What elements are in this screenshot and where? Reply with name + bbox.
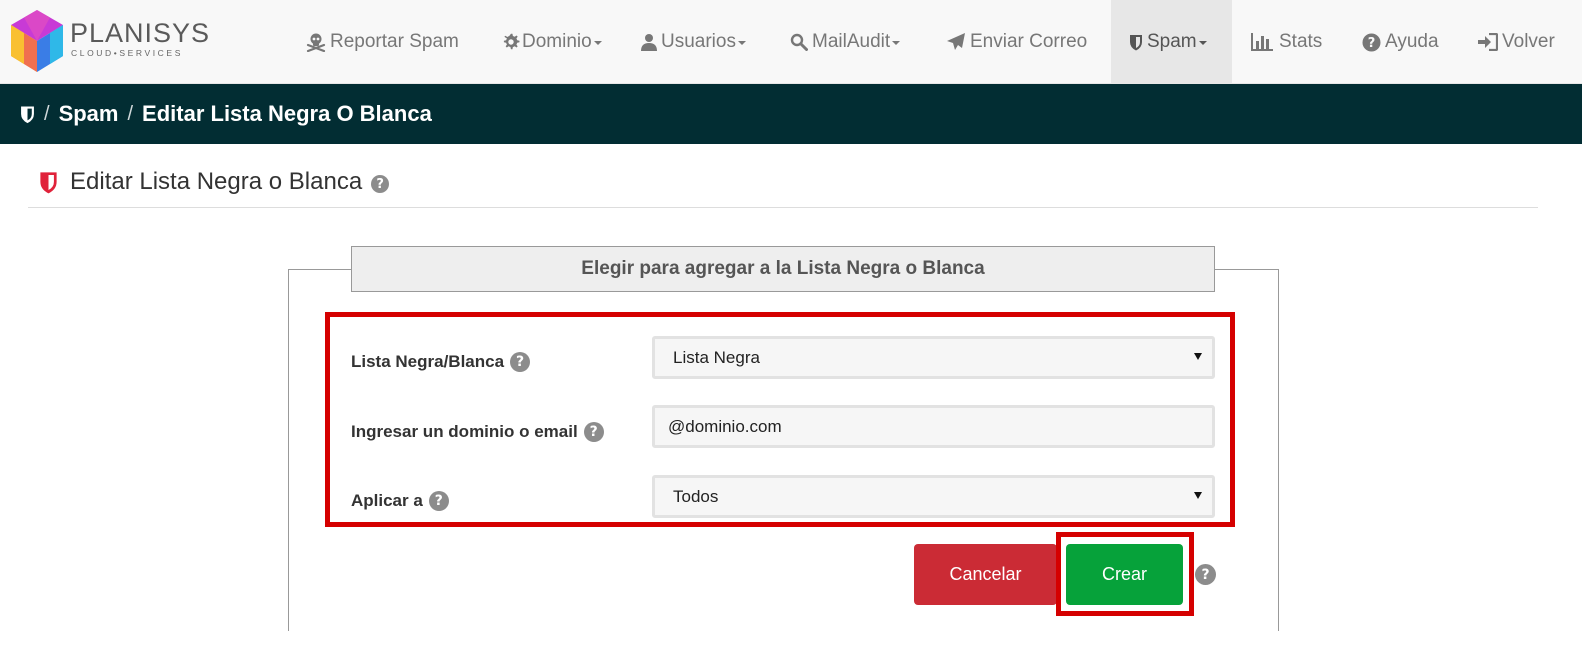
caret-down-icon xyxy=(737,41,746,45)
breadcrumb: / Spam / Editar Lista Negra O Blanca xyxy=(0,84,1582,144)
form-legend: Elegir para agregar a la Lista Negra o B… xyxy=(351,246,1215,292)
caret-down-icon xyxy=(892,41,901,45)
brand-name: PLANISYS xyxy=(70,18,211,48)
nav-stats[interactable]: Stats xyxy=(1251,0,1322,84)
divider xyxy=(28,207,1538,208)
top-navbar: PLANISYS CLOUD•SERVICES Reportar Spam Do… xyxy=(0,0,1582,84)
skull-crossbones-icon xyxy=(306,32,326,52)
breadcrumb-separator: / xyxy=(127,102,134,125)
field-label: Ingresar un dominio o email xyxy=(351,422,578,441)
nav-label: Ayuda xyxy=(1385,31,1439,52)
nav-label: Spam xyxy=(1147,31,1197,52)
dropdown-arrow-icon xyxy=(1194,492,1202,499)
svg-text:?: ? xyxy=(1368,36,1376,51)
cube-logo-icon xyxy=(11,10,63,72)
nav-label: Stats xyxy=(1279,31,1323,52)
nav-dominio[interactable]: Dominio xyxy=(502,0,602,84)
nav-ayuda[interactable]: ? Ayuda xyxy=(1362,0,1439,84)
label-dominio-email: Ingresar un dominio o email ? xyxy=(351,422,604,442)
shield-icon[interactable] xyxy=(20,105,35,124)
label-aplicar-a: Aplicar a ? xyxy=(351,491,449,511)
nav-label: Dominio xyxy=(522,31,592,52)
caret-down-icon xyxy=(593,41,602,45)
nav-volver[interactable]: Volver xyxy=(1478,0,1555,84)
select-value: Todos xyxy=(673,486,719,506)
label-lista-negra-blanca: Lista Negra/Blanca ? xyxy=(351,352,531,372)
dropdown-arrow-icon xyxy=(1194,353,1202,360)
caret-down-icon xyxy=(1198,41,1207,45)
field-label: Lista Negra/Blanca xyxy=(351,352,505,371)
field-label: Aplicar a xyxy=(351,491,423,510)
question-circle-icon: ? xyxy=(1362,33,1381,52)
nav-mailaudit[interactable]: MailAudit xyxy=(790,0,901,84)
help-icon[interactable]: ? xyxy=(583,422,604,442)
cancel-button[interactable]: Cancelar xyxy=(914,544,1057,605)
gear-icon xyxy=(502,33,520,51)
help-icon[interactable]: ? xyxy=(371,175,390,193)
shield-icon xyxy=(1129,34,1143,51)
shield-icon xyxy=(38,171,59,194)
page-title: Editar Lista Negra o Blanca ? xyxy=(38,168,390,196)
search-icon xyxy=(790,33,808,51)
breadcrumb-spam[interactable]: Spam xyxy=(59,101,119,127)
user-icon xyxy=(641,33,657,51)
nav-spam[interactable]: Spam xyxy=(1111,0,1232,84)
bar-chart-icon xyxy=(1251,33,1273,51)
paper-plane-icon xyxy=(946,32,966,52)
brand-tagline: CLOUD•SERVICES xyxy=(71,48,183,58)
help-icon[interactable]: ? xyxy=(510,352,531,372)
sign-in-icon xyxy=(1478,33,1498,51)
nav-label: Reportar Spam xyxy=(330,31,459,52)
planisys-logo[interactable]: PLANISYS CLOUD•SERVICES xyxy=(8,8,218,74)
nav-label: Volver xyxy=(1502,31,1555,52)
create-button[interactable]: Crear xyxy=(1066,544,1183,605)
help-icon[interactable]: ? xyxy=(428,491,449,511)
nav-label: Usuarios xyxy=(661,31,736,52)
select-value: Lista Negra xyxy=(673,347,760,367)
domain-email-input[interactable]: @dominio.com xyxy=(652,405,1215,448)
nav-label: MailAudit xyxy=(812,31,891,52)
nav-usuarios[interactable]: Usuarios xyxy=(641,0,746,84)
apply-to-select[interactable]: Todos xyxy=(652,475,1215,518)
page-title-text: Editar Lista Negra o Blanca xyxy=(70,168,363,195)
help-icon[interactable]: ? xyxy=(1195,564,1216,585)
input-value: @dominio.com xyxy=(668,416,782,436)
nav-label: Enviar Correo xyxy=(970,31,1088,52)
breadcrumb-current: Editar Lista Negra O Blanca xyxy=(142,101,432,126)
lista-type-select[interactable]: Lista Negra xyxy=(652,336,1215,379)
nav-enviar-correo[interactable]: Enviar Correo xyxy=(946,0,1087,84)
breadcrumb-separator: / xyxy=(44,102,50,125)
nav-reportar-spam[interactable]: Reportar Spam xyxy=(306,0,459,84)
